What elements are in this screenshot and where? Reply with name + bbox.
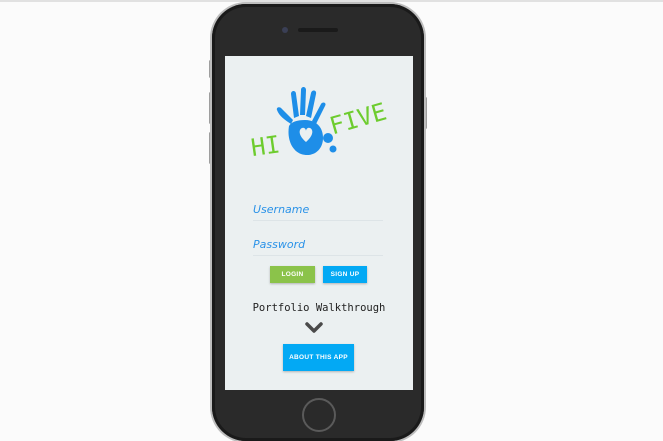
password-input[interactable] <box>253 233 383 255</box>
about-app-button[interactable]: ABOUT THIS APP <box>283 344 354 371</box>
chevron-down-icon[interactable] <box>305 322 323 334</box>
logo-text-five: FIVE <box>326 97 387 140</box>
logo-text-hi: HI <box>249 130 282 162</box>
speaker-grille <box>298 28 338 32</box>
portfolio-walkthrough-link[interactable]: Portfolio Walkthrough <box>225 302 413 314</box>
phone-power-button <box>424 97 427 129</box>
camera-icon <box>282 27 288 33</box>
signup-button[interactable]: SIGN UP <box>323 266 367 283</box>
top-divider <box>0 0 663 2</box>
password-field[interactable] <box>253 233 383 256</box>
username-input[interactable] <box>253 198 383 220</box>
home-button[interactable] <box>302 398 336 432</box>
login-button[interactable]: LOGIN <box>270 266 315 283</box>
app-screen: HI FIVE LOGIN SIGN UP Portfolio Walkthro… <box>225 56 413 390</box>
hi-five-logo: HI FIVE <box>249 87 387 162</box>
username-field[interactable] <box>253 198 383 221</box>
